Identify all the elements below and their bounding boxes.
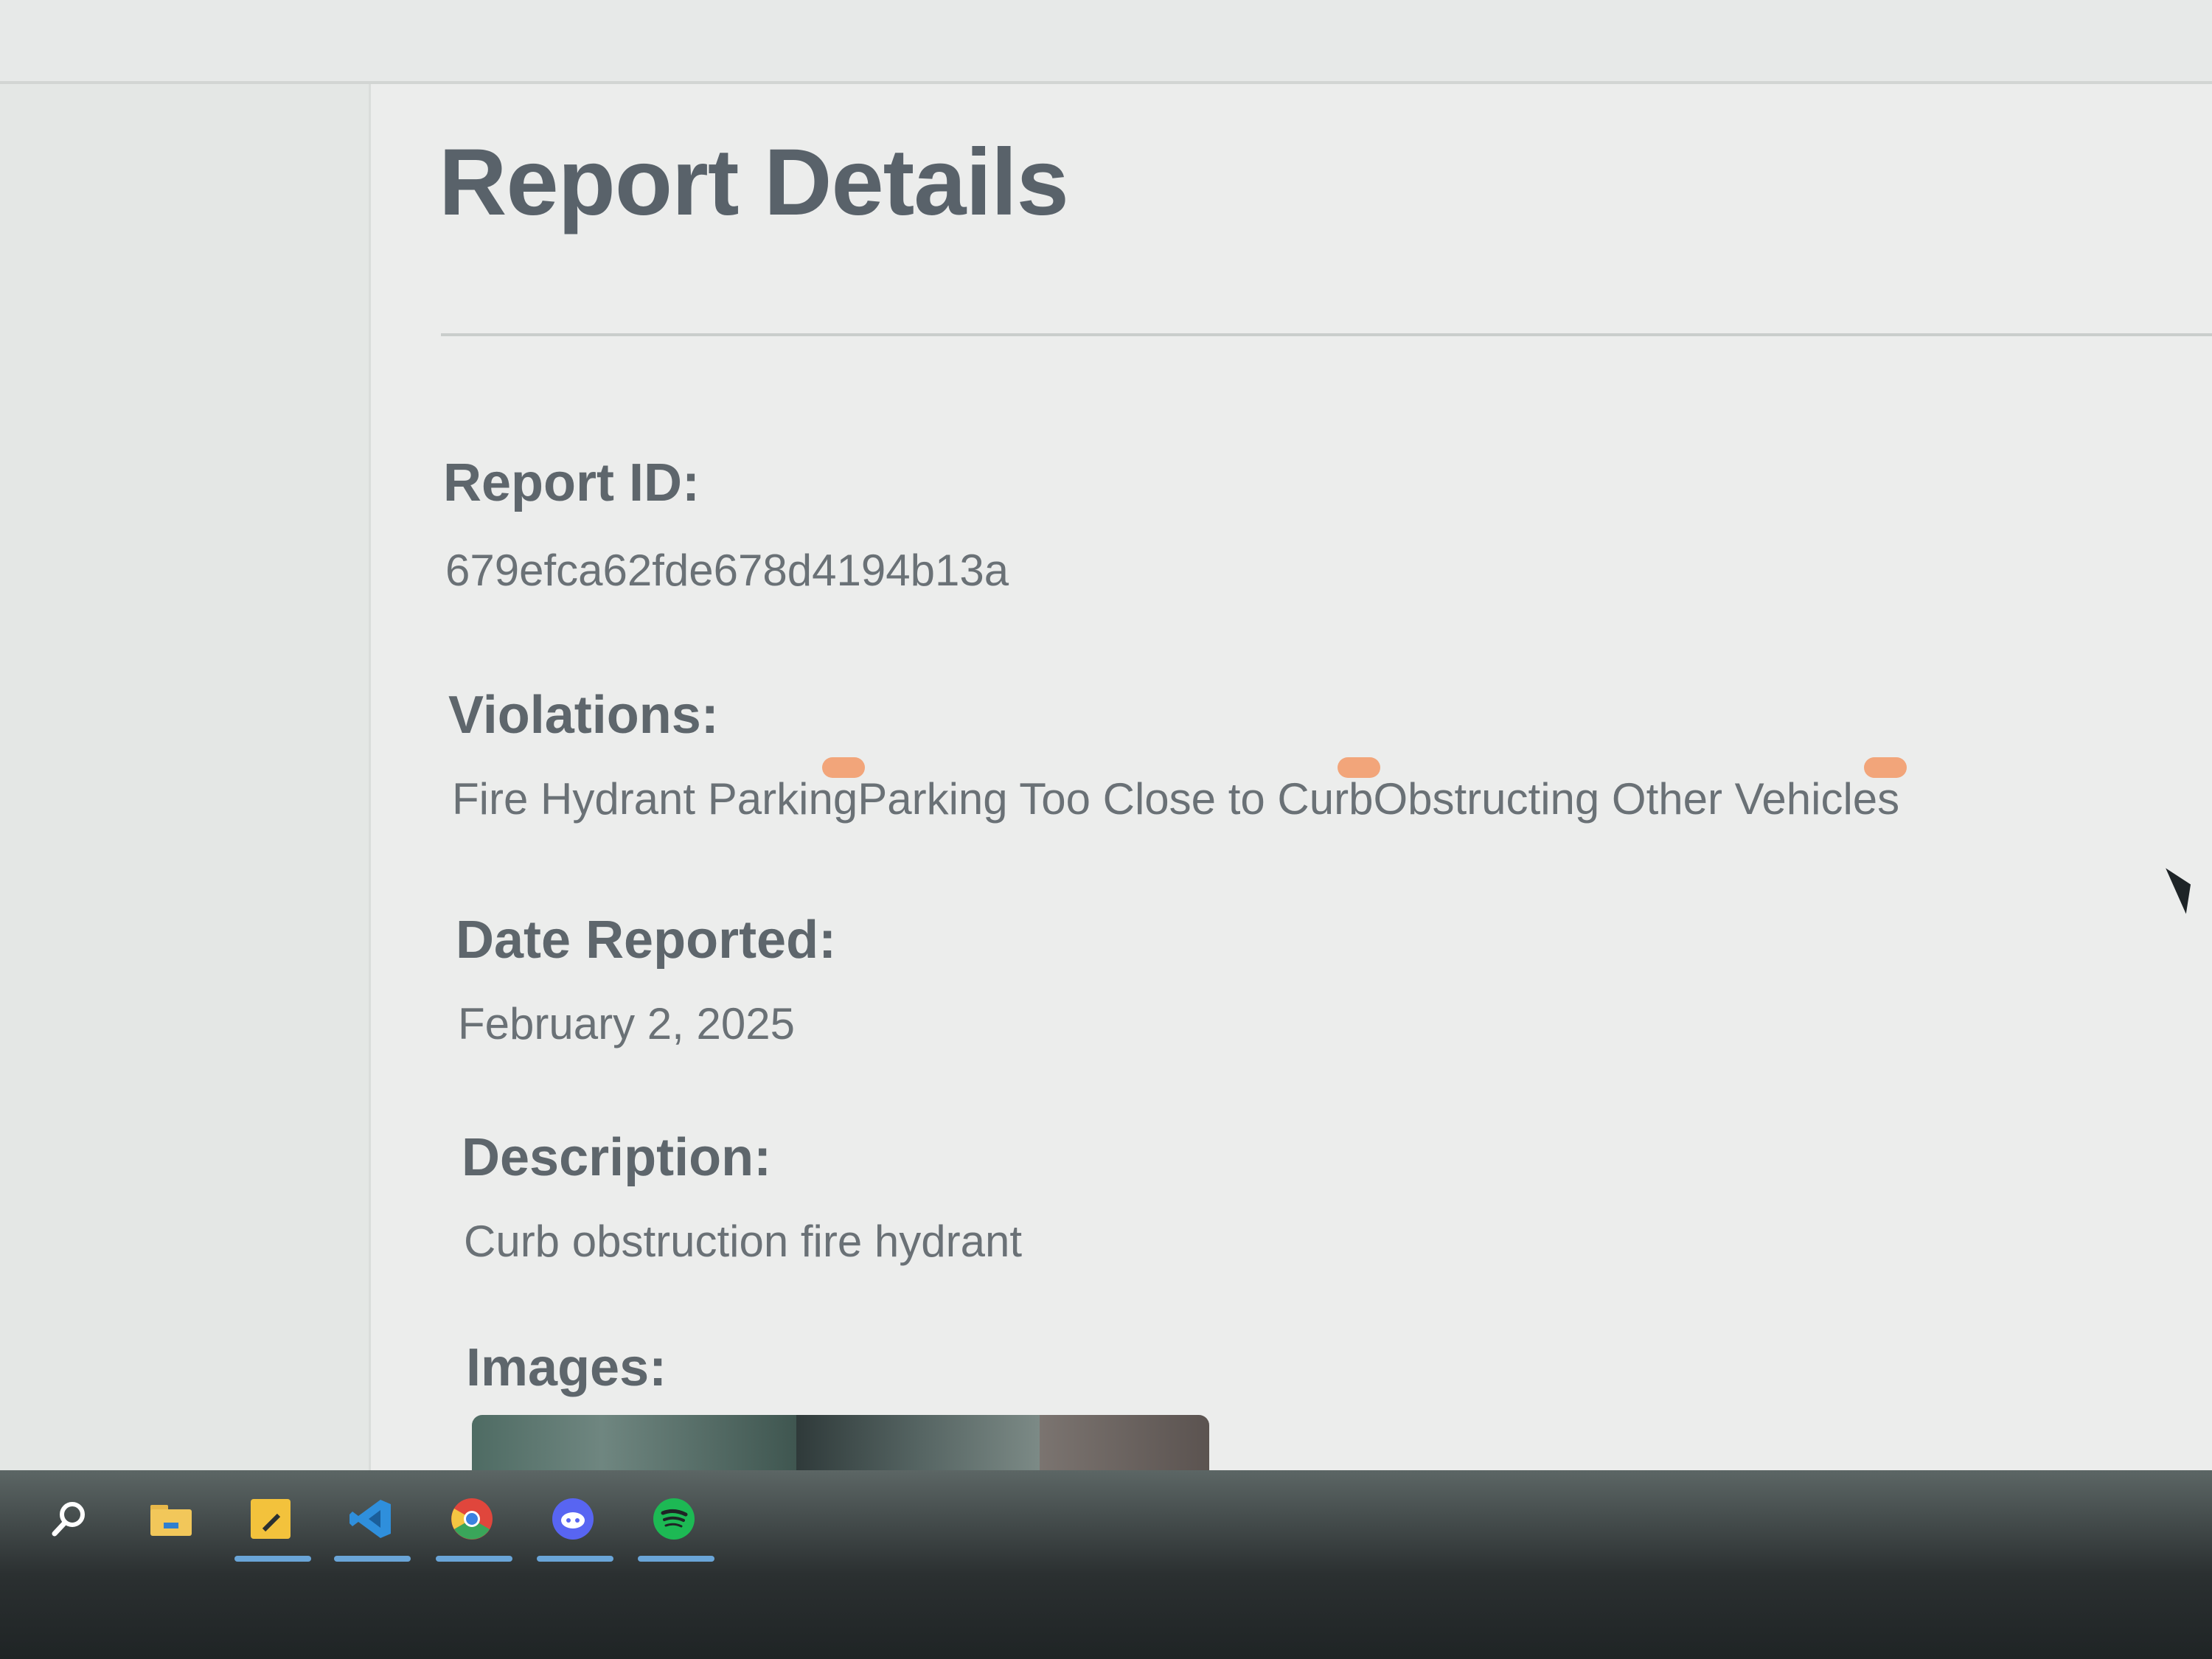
file-explorer-icon[interactable] bbox=[147, 1495, 195, 1543]
violations-label: Violations: bbox=[448, 686, 719, 745]
violations-list: Fire Hydrant Parking Parking Too Close to… bbox=[452, 757, 1907, 824]
browser-top-bar bbox=[0, 0, 2212, 84]
vscode-icon[interactable] bbox=[347, 1495, 394, 1543]
date-reported-value: February 2, 2025 bbox=[458, 999, 795, 1048]
active-app-indicator bbox=[234, 1556, 311, 1562]
image-segment bbox=[1040, 1415, 1209, 1470]
chrome-icon[interactable] bbox=[448, 1495, 495, 1543]
page-title: Report Details bbox=[439, 130, 1069, 235]
report-image-thumbnail[interactable] bbox=[472, 1415, 1209, 1470]
date-reported-label: Date Reported: bbox=[456, 911, 837, 970]
violation-item: Parking Too Close to Curb bbox=[858, 757, 1381, 824]
discord-icon[interactable] bbox=[549, 1495, 597, 1543]
side-panel bbox=[0, 84, 371, 1470]
active-app-indicator bbox=[436, 1556, 512, 1562]
active-app-indicator bbox=[638, 1556, 714, 1562]
violation-item: Obstructing Other Vehicles bbox=[1373, 757, 1907, 824]
report-id-label: Report ID: bbox=[443, 453, 700, 512]
image-segment bbox=[796, 1415, 1040, 1470]
sticky-notes-icon[interactable] bbox=[247, 1495, 294, 1543]
images-label: Images: bbox=[466, 1338, 667, 1397]
image-segment bbox=[472, 1415, 796, 1470]
spotify-icon[interactable] bbox=[650, 1495, 698, 1543]
search-icon[interactable] bbox=[46, 1495, 93, 1543]
report-id-value: 679efca62fde678d4194b13a bbox=[445, 546, 1009, 595]
taskbar bbox=[0, 1470, 2212, 1659]
description-label: Description: bbox=[462, 1128, 772, 1187]
description-value: Curb obstruction fire hydrant bbox=[464, 1217, 1023, 1266]
report-details-page: Report Details Report ID: 679efca62fde67… bbox=[371, 84, 2212, 1470]
violation-item: Fire Hydrant Parking bbox=[452, 757, 866, 824]
active-app-indicator bbox=[334, 1556, 411, 1562]
violation-tag-icon bbox=[1864, 757, 1907, 778]
title-divider bbox=[441, 333, 2212, 336]
active-app-indicator bbox=[537, 1556, 613, 1562]
screen: Report Details Report ID: 679efca62fde67… bbox=[0, 0, 2212, 1659]
